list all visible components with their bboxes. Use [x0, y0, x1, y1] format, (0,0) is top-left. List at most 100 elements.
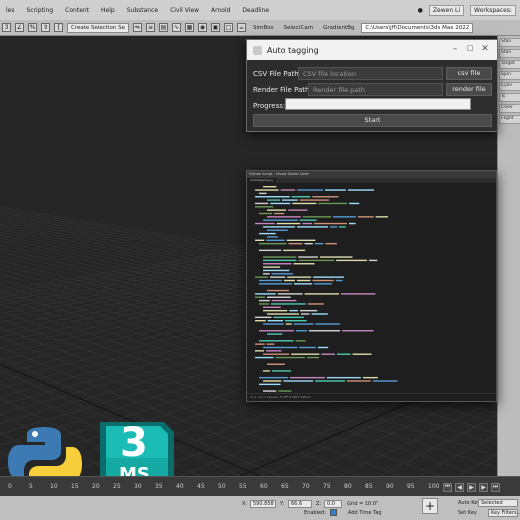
spinner-snap-icon[interactable]: ⇕ [41, 23, 50, 32]
code-line-segment [255, 316, 272, 319]
go-to-end-icon[interactable]: ⏭ [491, 482, 500, 492]
start-button[interactable]: Start [253, 114, 492, 127]
render-icon[interactable]: ☕ [237, 23, 246, 32]
command-panel-tab[interactable]: Target [499, 60, 520, 69]
user-dropdown[interactable]: Zewen Li [428, 4, 465, 16]
command-panel-tab[interactable]: Flight [499, 115, 520, 124]
menu-item-content[interactable]: Content [59, 7, 95, 14]
align-icon[interactable]: ≡ [146, 23, 155, 32]
key-filters-button[interactable]: Key Filters... [488, 509, 520, 517]
code-line-segment [347, 189, 375, 191]
workspaces-dropdown[interactable]: Workspaces: [470, 4, 516, 16]
percent-snap-icon[interactable]: % [28, 23, 37, 32]
editor-status-bar: Ln 1, Col 1 Spaces: 4 UTF-8 CRLF Python [247, 393, 496, 401]
code-line-segment [295, 330, 307, 332]
render-setup-icon[interactable]: ▣ [211, 23, 220, 32]
code-line-segment [263, 323, 284, 325]
edit-named-selection-icon[interactable]: { [54, 23, 63, 32]
gradientbg-button[interactable]: GradientBg [320, 25, 357, 31]
code-line-segment [259, 192, 267, 195]
mirror-icon[interactable]: ⇋ [133, 23, 142, 32]
schematic-icon[interactable]: ▦ [185, 23, 194, 32]
set-key-button[interactable]: Set Key [458, 510, 477, 516]
set-key-plus-icon[interactable]: + [422, 498, 438, 514]
z-coord-field[interactable]: 0.0 [324, 500, 342, 508]
command-panel-tab[interactable]: Stan [499, 49, 520, 58]
code-line-segment [325, 242, 337, 245]
menu-item-deadline[interactable]: Deadline [236, 7, 275, 14]
selected-dropdown[interactable]: Selected [478, 499, 518, 507]
menu-item-les[interactable]: les [0, 7, 20, 14]
code-line-segment [259, 376, 288, 379]
close-icon[interactable]: ✕ [480, 44, 490, 54]
play-icon[interactable]: ▶ [467, 482, 476, 492]
menu-item-help[interactable]: Help [95, 7, 121, 14]
selectcam-button[interactable]: SelectCam [281, 25, 317, 31]
enabled-checkbox[interactable] [330, 509, 337, 516]
command-panel-tab[interactable]: Color [499, 104, 520, 113]
command-panel-tab[interactable]: Cylin [499, 82, 520, 91]
code-line-segment [357, 216, 374, 218]
simbox-button[interactable]: SimBox [250, 25, 277, 31]
y-coord-field[interactable]: 66.6 [288, 500, 312, 508]
code-area[interactable] [247, 183, 496, 395]
selection-set-dropdown[interactable]: Create Selection Se [67, 22, 129, 33]
code-line-segment [299, 219, 317, 221]
menu-item-substance[interactable]: Substance [121, 7, 164, 14]
dialog-title-bar[interactable]: Auto tagging – □ ✕ [247, 40, 497, 60]
maximize-icon[interactable]: □ [465, 44, 475, 52]
auto-key-button[interactable]: Auto Key [458, 500, 480, 506]
code-line-segment [298, 259, 335, 262]
code-line-segment [255, 189, 279, 191]
snap-icon[interactable]: 3 [2, 23, 11, 32]
angle-snap-icon[interactable]: ∠ [15, 23, 24, 32]
code-line-segment [255, 202, 269, 205]
code-line-segment [326, 376, 361, 379]
menu-item-scripting[interactable]: Scripting [20, 7, 59, 14]
code-line-segment [297, 189, 323, 191]
menu-item-arnold[interactable]: Arnold [205, 7, 236, 14]
code-line-segment [284, 279, 295, 282]
timeline-tick-label: 70 [302, 483, 310, 490]
csv-path-input[interactable]: CSV file location [298, 67, 443, 80]
add-time-tag-button[interactable]: Add Time Tag [348, 510, 382, 516]
timeline[interactable]: 0 5 10 15 20 25 30 35 40 45 50 55 60 65 70 75 80 85 90 95 10… [0, 476, 520, 496]
render-frame-icon[interactable]: □ [224, 23, 233, 32]
csv-file-button[interactable]: csv file [446, 67, 492, 80]
code-line-segment [270, 303, 306, 305]
curve-editor-icon[interactable]: ∿ [172, 23, 181, 32]
code-line-segment [289, 376, 325, 379]
code-line-segment [287, 276, 312, 278]
menu-item-civil-view[interactable]: Civil View [164, 7, 205, 14]
code-line-segment [263, 186, 277, 188]
command-panel-tab[interactable]: Tc [499, 93, 520, 102]
timeline-tick-label: 40 [176, 483, 184, 490]
code-line-segment [339, 226, 346, 228]
code-line-segment [296, 279, 311, 282]
go-to-start-icon[interactable]: ⏮ [443, 482, 452, 492]
code-line-segment [306, 356, 320, 359]
x-coord-field[interactable]: 590.858 [250, 500, 276, 508]
timeline-tick-label: 20 [92, 483, 100, 490]
code-line-segment [267, 209, 287, 211]
code-line-segment [314, 222, 347, 225]
command-panel-tab[interactable]: Spin [499, 71, 520, 80]
render-file-button[interactable]: render file [446, 83, 492, 96]
next-frame-icon[interactable]: ▶ [479, 482, 488, 492]
previous-frame-icon[interactable]: ◀ [455, 482, 464, 492]
playback-controls: ⏮ ◀ ▶ ▶ ⏭ [440, 477, 520, 497]
code-line-segment [267, 216, 301, 218]
code-line-segment [278, 390, 292, 392]
render-path-input[interactable]: Render file path [308, 83, 443, 96]
layer-icon[interactable]: ▤ [159, 23, 168, 32]
editor-title-bar[interactable]: Python Script - Visual Studio Code [247, 171, 496, 178]
menu-bar: les Scripting Content Help Substance Civ… [0, 0, 520, 20]
code-line-segment [267, 363, 285, 365]
code-line-segment [342, 330, 374, 332]
material-editor-icon[interactable]: ◉ [198, 23, 207, 32]
command-panel-tab[interactable]: Stan [499, 38, 520, 47]
minimize-icon[interactable]: – [450, 44, 460, 54]
project-path-field[interactable]: C:\Users\jff\Documents\3ds Max 2022 [361, 22, 474, 33]
code-line-segment [319, 256, 353, 258]
code-line-segment [311, 313, 328, 315]
